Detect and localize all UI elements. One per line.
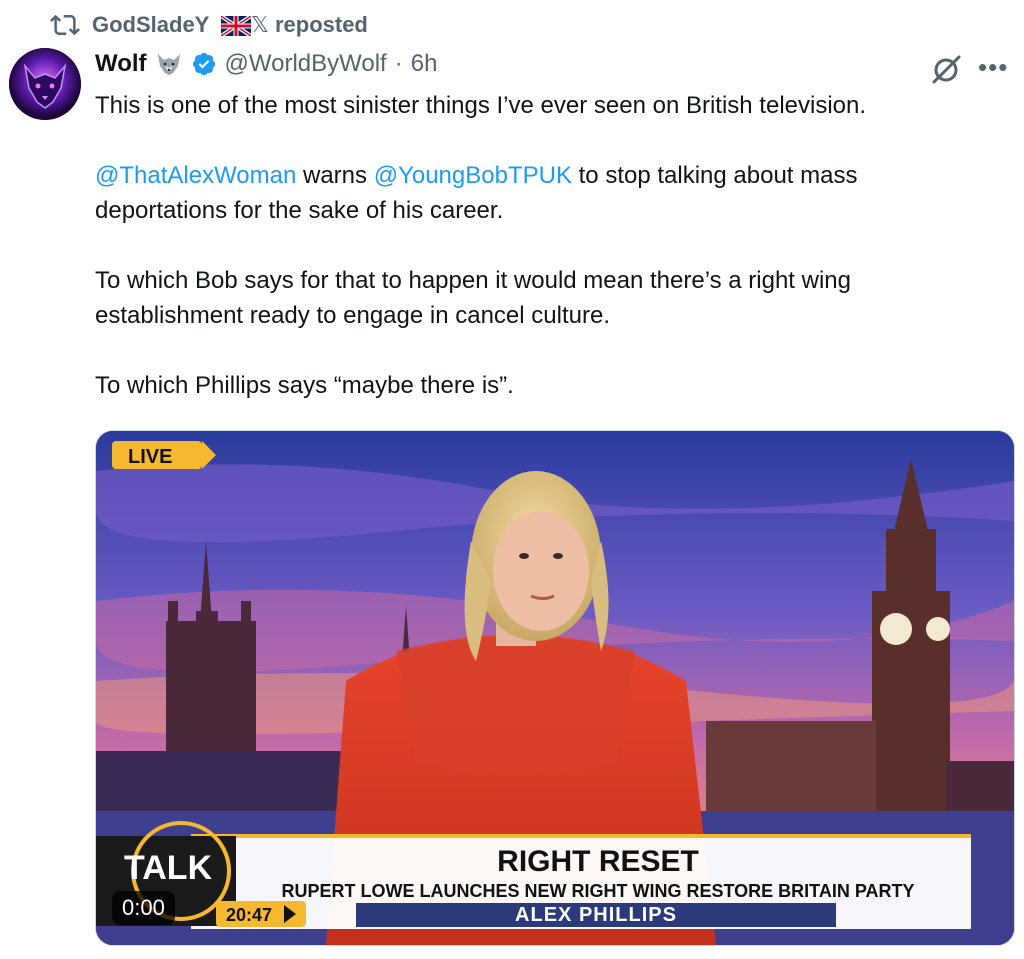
tweet-header: Wolf @WorldByWolf · 6h (95, 50, 437, 78)
author-handle[interactable]: @WorldByWolf (225, 50, 387, 78)
video-frame: RIGHT RESET RUPERT LOWE LAUNCHES NEW RIG… (96, 431, 1014, 945)
live-badge: LIVE (112, 441, 216, 469)
separator-dot: · (394, 50, 403, 77)
clock-text: 20:47 (226, 905, 272, 925)
paragraph-3: To which Bob says for that to happen it … (95, 267, 851, 329)
paragraph-2: @ThatAlexWoman warns @YoungBobTPUK to st… (95, 158, 995, 228)
avatar[interactable] (9, 48, 81, 120)
uk-flag-icon (221, 16, 252, 37)
tweet-text: This is one of the most sinister things … (95, 88, 995, 438)
repost-icon (50, 14, 80, 36)
mention-link[interactable]: @ThatAlexWoman (95, 162, 296, 189)
verified-badge-icon (192, 52, 215, 76)
more-options-icon[interactable]: ••• (978, 52, 1008, 83)
x-logo-icon: 𝕏 (251, 12, 269, 37)
presenter-name: ALEX PHILLIPS (515, 904, 677, 926)
grok-icon[interactable] (928, 52, 964, 88)
paragraph-4: To which Phillips says “maybe there is”. (95, 372, 514, 399)
text-segment: warns (296, 162, 374, 189)
video-duration: 0:00 (112, 891, 175, 925)
author-name[interactable]: Wolf (95, 50, 147, 78)
timestamp[interactable]: 6h (411, 50, 438, 78)
mention-link[interactable]: @YoungBobTPUK (374, 162, 572, 189)
live-label: LIVE (128, 446, 172, 468)
channel-logo: TALK (124, 849, 213, 887)
subheadline-text: RUPERT LOWE LAUNCHES NEW RIGHT WING REST… (282, 881, 915, 901)
paragraph-1: This is one of the most sinister things … (95, 92, 867, 119)
repost-row: GodSladeY 𝕏 reposted (50, 10, 368, 40)
wolf-avatar-icon (9, 48, 81, 120)
repost-user[interactable]: GodSladeY (92, 12, 209, 37)
wolf-emoji-icon (157, 54, 180, 75)
video-player[interactable]: RIGHT RESET RUPERT LOWE LAUNCHES NEW RIG… (95, 430, 1015, 946)
headline-text: RIGHT RESET (497, 845, 699, 878)
repost-label: reposted (274, 12, 368, 37)
